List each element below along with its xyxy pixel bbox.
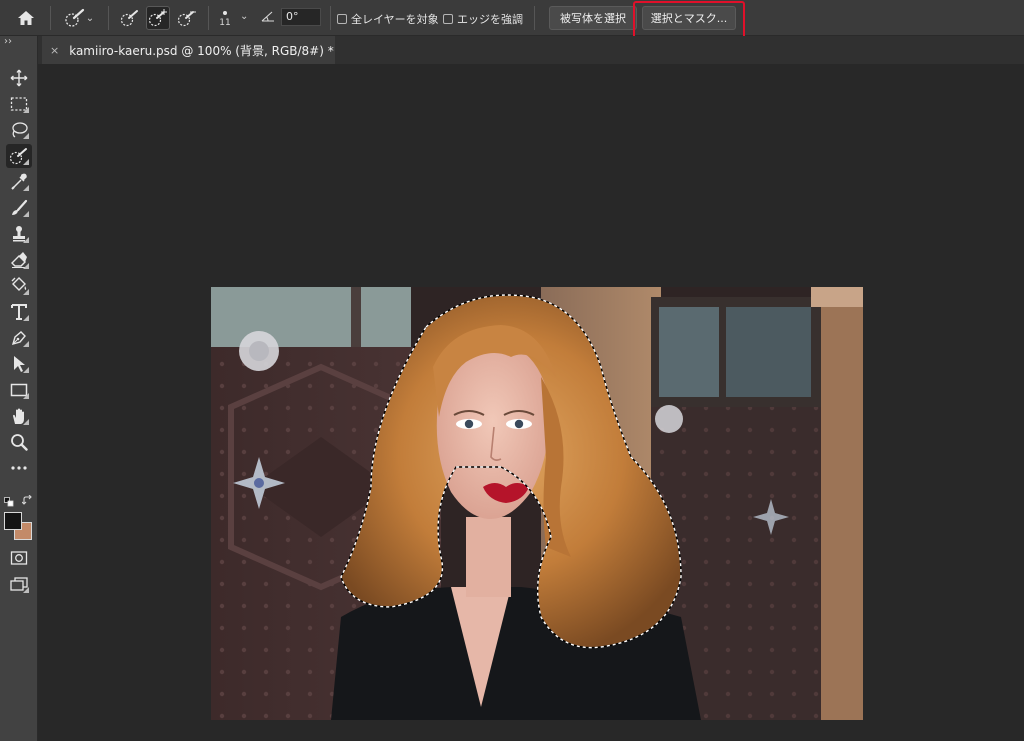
paint-bucket-tool[interactable] bbox=[6, 274, 32, 298]
home-icon bbox=[18, 11, 34, 25]
subtract-from-selection-mode-button[interactable] bbox=[175, 6, 199, 30]
divider bbox=[50, 6, 51, 30]
subtract-from-selection-brush-icon bbox=[177, 11, 196, 27]
document-tab-bar: × kamiiro-kaeru.psd @ 100% (背景, RGB/8#) … bbox=[38, 36, 1024, 64]
document-tab[interactable]: × kamiiro-kaeru.psd @ 100% (背景, RGB/8#) … bbox=[42, 36, 335, 64]
close-icon[interactable]: × bbox=[50, 44, 59, 57]
more-tools-button[interactable] bbox=[6, 456, 32, 480]
eraser-tool[interactable] bbox=[6, 248, 32, 272]
tool-preset-picker[interactable]: ⌄ bbox=[58, 6, 100, 30]
clone-stamp-tool[interactable] bbox=[6, 222, 32, 246]
add-to-selection-brush-icon bbox=[148, 9, 167, 27]
move-tool[interactable] bbox=[6, 66, 32, 90]
brush-tip-icon bbox=[223, 10, 227, 15]
path-selection-tool[interactable] bbox=[6, 352, 32, 376]
brush-tool[interactable] bbox=[6, 196, 32, 220]
pen-tool[interactable] bbox=[6, 326, 32, 350]
home-button[interactable] bbox=[14, 6, 38, 30]
options-bar: ⌄ 11 ⌄ 0° 全レイヤーを対象 エッジを強調 被写体を選択 選択とマスク.… bbox=[0, 0, 1024, 39]
brush-size-picker[interactable]: 11 bbox=[216, 6, 234, 32]
divider bbox=[108, 6, 109, 30]
document-canvas[interactable] bbox=[211, 287, 863, 720]
new-selection-mode-button[interactable] bbox=[118, 6, 142, 30]
swap-colors-icon[interactable] bbox=[21, 491, 33, 510]
tools-panel: ›› bbox=[0, 36, 38, 741]
sample-all-layers-checkbox[interactable] bbox=[337, 14, 347, 24]
move-icon bbox=[10, 69, 28, 87]
enhance-edge-option[interactable]: エッジを強調 bbox=[443, 11, 523, 27]
quick-selection-tool[interactable] bbox=[6, 144, 32, 168]
sample-all-layers-label: 全レイヤーを対象 bbox=[351, 13, 439, 26]
zoom-tool[interactable] bbox=[6, 430, 32, 454]
lasso-tool[interactable] bbox=[6, 118, 32, 142]
portrait-photo bbox=[211, 287, 863, 720]
chevron-down-icon: ⌄ bbox=[85, 12, 95, 24]
divider bbox=[330, 6, 331, 30]
enhance-edge-checkbox[interactable] bbox=[443, 14, 453, 24]
add-to-selection-mode-button[interactable] bbox=[146, 6, 170, 30]
highlight-box bbox=[633, 1, 745, 39]
divider bbox=[534, 6, 535, 30]
collapse-toolbar-button[interactable]: ›› bbox=[4, 36, 12, 47]
rectangle-tool[interactable] bbox=[6, 378, 32, 402]
document-tab-title: kamiiro-kaeru.psd @ 100% (背景, RGB/8#) * bbox=[69, 43, 334, 58]
brush-size-value: 11 bbox=[219, 17, 231, 28]
screen-mode-button[interactable] bbox=[6, 572, 32, 596]
select-subject-button[interactable]: 被写体を選択 bbox=[549, 6, 637, 30]
foreground-color-swatch[interactable] bbox=[4, 512, 22, 530]
rectangular-marquee-tool[interactable] bbox=[6, 92, 32, 116]
more-icon bbox=[11, 466, 27, 470]
angle-icon bbox=[261, 9, 275, 23]
quick-selection-preset-icon bbox=[65, 8, 84, 27]
quick-mask-icon bbox=[10, 551, 28, 565]
type-tool[interactable] bbox=[6, 300, 32, 324]
sample-all-layers-option[interactable]: 全レイヤーを対象 bbox=[337, 11, 439, 27]
quick-mask-mode-button[interactable] bbox=[6, 546, 32, 570]
divider bbox=[208, 6, 209, 30]
default-colors-icon[interactable] bbox=[4, 492, 14, 511]
brush-size-chevron-icon[interactable]: ⌄ bbox=[240, 11, 248, 22]
magnifier-icon bbox=[11, 434, 28, 451]
eyedropper-tool[interactable] bbox=[6, 170, 32, 194]
new-selection-brush-icon bbox=[120, 10, 138, 27]
hand-tool[interactable] bbox=[6, 404, 32, 428]
enhance-edge-label: エッジを強調 bbox=[457, 13, 523, 26]
angle-input[interactable]: 0° bbox=[281, 8, 321, 26]
